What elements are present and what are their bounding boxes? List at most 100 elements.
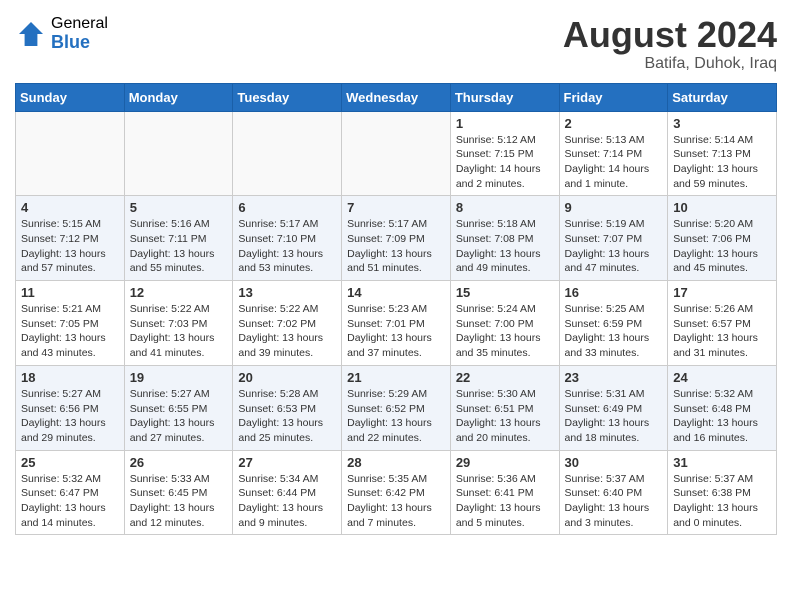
- day-number: 12: [130, 285, 228, 300]
- calendar-cell: 21 Sunrise: 5:29 AMSunset: 6:52 PMDayligh…: [342, 365, 451, 450]
- calendar-cell: 10 Sunrise: 5:20 AMSunset: 7:06 PMDayligh…: [668, 196, 777, 281]
- calendar-cell: 15 Sunrise: 5:24 AMSunset: 7:00 PMDayligh…: [450, 281, 559, 366]
- calendar-cell: 8 Sunrise: 5:18 AMSunset: 7:08 PMDaylight…: [450, 196, 559, 281]
- day-info: Sunrise: 5:28 AMSunset: 6:53 PMDaylight:…: [238, 387, 336, 446]
- day-info: Sunrise: 5:21 AMSunset: 7:05 PMDaylight:…: [21, 302, 119, 361]
- calendar-week-row: 11 Sunrise: 5:21 AMSunset: 7:05 PMDayligh…: [16, 281, 777, 366]
- page-header: General Blue August 2024 Batifa, Duhok, …: [15, 15, 777, 73]
- calendar-cell: 31Sunrise: 5:37 AMSunset: 6:38 PMDayligh…: [668, 450, 777, 535]
- day-number: 25: [21, 455, 119, 470]
- day-info: Sunrise: 5:17 AMSunset: 7:09 PMDaylight:…: [347, 217, 445, 276]
- calendar-cell: 12 Sunrise: 5:22 AMSunset: 7:03 PMDayligh…: [124, 281, 233, 366]
- day-number: 31: [673, 455, 771, 470]
- calendar-cell: 19Sunrise: 5:27 AMSunset: 6:55 PMDayligh…: [124, 365, 233, 450]
- calendar-cell: [342, 111, 451, 196]
- calendar-cell: 29 Sunrise: 5:36 AMSunset: 6:41 PMDayligh…: [450, 450, 559, 535]
- column-header-monday: Monday: [124, 83, 233, 111]
- day-number: 7: [347, 200, 445, 215]
- column-header-thursday: Thursday: [450, 83, 559, 111]
- day-number: 2: [565, 116, 663, 131]
- column-header-tuesday: Tuesday: [233, 83, 342, 111]
- day-number: 1: [456, 116, 554, 131]
- logo-general: General: [51, 15, 108, 33]
- calendar-cell: 14Sunrise: 5:23 AMSunset: 7:01 PMDayligh…: [342, 281, 451, 366]
- main-title: August 2024: [563, 15, 777, 55]
- calendar-cell: 20 Sunrise: 5:28 AMSunset: 6:53 PMDayligh…: [233, 365, 342, 450]
- day-info: Sunrise: 5:16 AMSunset: 7:11 PMDaylight:…: [130, 217, 228, 276]
- calendar-cell: 25 Sunrise: 5:32 AMSunset: 6:47 PMDayligh…: [16, 450, 125, 535]
- day-info: Sunrise: 5:27 AMSunset: 6:56 PMDaylight:…: [21, 387, 119, 446]
- calendar-cell: 5Sunrise: 5:16 AMSunset: 7:11 PMDaylight…: [124, 196, 233, 281]
- calendar-week-row: 18 Sunrise: 5:27 AMSunset: 6:56 PMDayligh…: [16, 365, 777, 450]
- day-info: Sunrise: 5:34 AMSunset: 6:44 PMDaylight:…: [238, 472, 336, 531]
- day-number: 4: [21, 200, 119, 215]
- day-number: 10: [673, 200, 771, 215]
- day-info: Sunrise: 5:18 AMSunset: 7:08 PMDaylight:…: [456, 217, 554, 276]
- day-info: Sunrise: 5:13 AMSunset: 7:14 PMDaylight:…: [565, 133, 663, 192]
- day-number: 30: [565, 455, 663, 470]
- day-number: 8: [456, 200, 554, 215]
- calendar-cell: 18 Sunrise: 5:27 AMSunset: 6:56 PMDayligh…: [16, 365, 125, 450]
- day-info: Sunrise: 5:31 AMSunset: 6:49 PMDaylight:…: [565, 387, 663, 446]
- calendar-cell: 9Sunrise: 5:19 AMSunset: 7:07 PMDaylight…: [559, 196, 668, 281]
- logo: General Blue: [15, 15, 108, 52]
- day-info: Sunrise: 5:26 AMSunset: 6:57 PMDaylight:…: [673, 302, 771, 361]
- day-info: Sunrise: 5:36 AMSunset: 6:41 PMDaylight:…: [456, 472, 554, 531]
- day-number: 13: [238, 285, 336, 300]
- calendar-cell: 26 Sunrise: 5:33 AMSunset: 6:45 PMDayligh…: [124, 450, 233, 535]
- day-info: Sunrise: 5:22 AMSunset: 7:03 PMDaylight:…: [130, 302, 228, 361]
- title-block: August 2024 Batifa, Duhok, Iraq: [563, 15, 777, 73]
- calendar-cell: 28 Sunrise: 5:35 AMSunset: 6:42 PMDayligh…: [342, 450, 451, 535]
- column-header-friday: Friday: [559, 83, 668, 111]
- calendar-cell: 22Sunrise: 5:30 AMSunset: 6:51 PMDayligh…: [450, 365, 559, 450]
- calendar-cell: 30Sunrise: 5:37 AMSunset: 6:40 PMDayligh…: [559, 450, 668, 535]
- day-number: 29: [456, 455, 554, 470]
- day-number: 20: [238, 370, 336, 385]
- day-number: 11: [21, 285, 119, 300]
- day-number: 28: [347, 455, 445, 470]
- calendar-cell: 6Sunrise: 5:17 AMSunset: 7:10 PMDaylight…: [233, 196, 342, 281]
- column-header-saturday: Saturday: [668, 83, 777, 111]
- calendar-header-row: SundayMondayTuesdayWednesdayThursdayFrid…: [16, 83, 777, 111]
- calendar-week-row: 1 Sunrise: 5:12 AMSunset: 7:15 PMDaylight…: [16, 111, 777, 196]
- column-header-wednesday: Wednesday: [342, 83, 451, 111]
- day-info: Sunrise: 5:25 AMSunset: 6:59 PMDaylight:…: [565, 302, 663, 361]
- day-info: Sunrise: 5:17 AMSunset: 7:10 PMDaylight:…: [238, 217, 336, 276]
- subtitle: Batifa, Duhok, Iraq: [563, 55, 777, 73]
- day-info: Sunrise: 5:12 AMSunset: 7:15 PMDaylight:…: [456, 133, 554, 192]
- day-info: Sunrise: 5:24 AMSunset: 7:00 PMDaylight:…: [456, 302, 554, 361]
- day-info: Sunrise: 5:29 AMSunset: 6:52 PMDaylight:…: [347, 387, 445, 446]
- day-info: Sunrise: 5:35 AMSunset: 6:42 PMDaylight:…: [347, 472, 445, 531]
- calendar-cell: 3 Sunrise: 5:14 AMSunset: 7:13 PMDaylight…: [668, 111, 777, 196]
- logo-icon: [15, 18, 47, 50]
- column-header-sunday: Sunday: [16, 83, 125, 111]
- calendar-cell: 16Sunrise: 5:25 AMSunset: 6:59 PMDayligh…: [559, 281, 668, 366]
- calendar-cell: 7 Sunrise: 5:17 AMSunset: 7:09 PMDaylight…: [342, 196, 451, 281]
- day-info: Sunrise: 5:19 AMSunset: 7:07 PMDaylight:…: [565, 217, 663, 276]
- day-number: 26: [130, 455, 228, 470]
- calendar-cell: 27 Sunrise: 5:34 AMSunset: 6:44 PMDayligh…: [233, 450, 342, 535]
- day-info: Sunrise: 5:22 AMSunset: 7:02 PMDaylight:…: [238, 302, 336, 361]
- calendar-cell: 24Sunrise: 5:32 AMSunset: 6:48 PMDayligh…: [668, 365, 777, 450]
- day-number: 15: [456, 285, 554, 300]
- day-number: 21: [347, 370, 445, 385]
- day-info: Sunrise: 5:33 AMSunset: 6:45 PMDaylight:…: [130, 472, 228, 531]
- day-number: 3: [673, 116, 771, 131]
- day-info: Sunrise: 5:14 AMSunset: 7:13 PMDaylight:…: [673, 133, 771, 192]
- calendar-cell: 1 Sunrise: 5:12 AMSunset: 7:15 PMDaylight…: [450, 111, 559, 196]
- calendar-cell: 4 Sunrise: 5:15 AMSunset: 7:12 PMDaylight…: [16, 196, 125, 281]
- calendar-cell: [16, 111, 125, 196]
- day-info: Sunrise: 5:32 AMSunset: 6:47 PMDaylight:…: [21, 472, 119, 531]
- calendar-table: SundayMondayTuesdayWednesdayThursdayFrid…: [15, 83, 777, 536]
- day-number: 18: [21, 370, 119, 385]
- calendar-cell: 2 Sunrise: 5:13 AMSunset: 7:14 PMDaylight…: [559, 111, 668, 196]
- day-info: Sunrise: 5:20 AMSunset: 7:06 PMDaylight:…: [673, 217, 771, 276]
- day-number: 14: [347, 285, 445, 300]
- day-number: 27: [238, 455, 336, 470]
- day-info: Sunrise: 5:30 AMSunset: 6:51 PMDaylight:…: [456, 387, 554, 446]
- day-number: 23: [565, 370, 663, 385]
- day-info: Sunrise: 5:32 AMSunset: 6:48 PMDaylight:…: [673, 387, 771, 446]
- day-info: Sunrise: 5:15 AMSunset: 7:12 PMDaylight:…: [21, 217, 119, 276]
- calendar-week-row: 25 Sunrise: 5:32 AMSunset: 6:47 PMDayligh…: [16, 450, 777, 535]
- calendar-cell: 13 Sunrise: 5:22 AMSunset: 7:02 PMDayligh…: [233, 281, 342, 366]
